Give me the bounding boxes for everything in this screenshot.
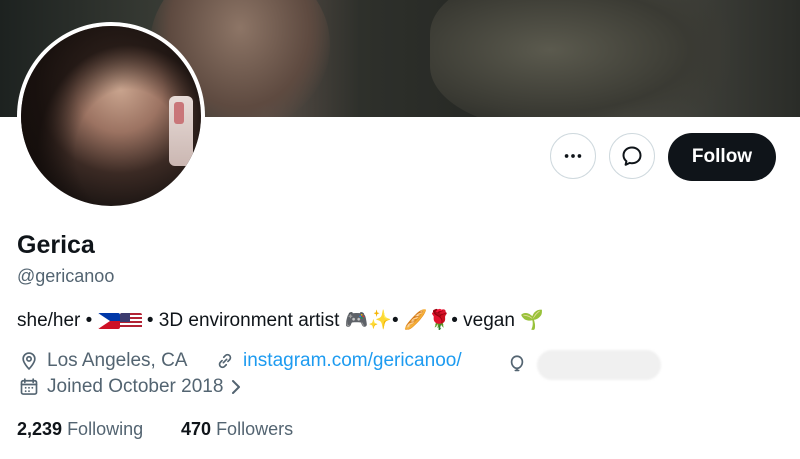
calendar-icon (20, 378, 38, 395)
balloon-icon (510, 355, 524, 372)
profile-bio: she/her • • 3D environment artist 🎮✨• 🥖🌹… (17, 308, 544, 332)
follow-button[interactable]: Follow (668, 133, 776, 181)
followers-label: Followers (216, 419, 294, 439)
philippines-flag-icon (97, 313, 120, 329)
avatar[interactable] (17, 22, 205, 210)
location-pin-icon (22, 352, 36, 371)
profile-joined[interactable]: Joined October 2018 (19, 376, 243, 398)
bio-pronouns: she/her • (17, 310, 93, 331)
following-label: Following (67, 419, 144, 439)
message-button[interactable] (609, 133, 655, 179)
followers-number: 470 (181, 419, 212, 439)
banner-figure-right (430, 0, 730, 117)
profile-name: Gerica (17, 231, 95, 259)
profile-location: Los Angeles, CA (19, 350, 187, 372)
birthday-redacted (537, 350, 661, 380)
following-count[interactable]: 2,239 Following (17, 419, 143, 440)
more-button[interactable] (550, 133, 596, 179)
followers-count[interactable]: 470 Followers (181, 419, 293, 440)
more-horizontal-icon (564, 154, 582, 158)
link-icon (218, 353, 232, 369)
profile-handle: @gericanoo (17, 266, 115, 286)
profile-birthday (507, 350, 661, 380)
usa-flag-icon (119, 313, 142, 329)
message-bubble-icon (622, 146, 642, 166)
avatar-photo (21, 26, 201, 206)
following-number: 2,239 (17, 419, 63, 439)
location-label: Los Angeles, CA (47, 350, 188, 371)
profile-website[interactable]: instagram.com/gericanoo/ (215, 350, 462, 372)
website-link[interactable]: instagram.com/gericanoo/ (243, 350, 462, 372)
bio-text: • 3D environment artist 🎮✨• 🥖🌹• vegan 🌱 (146, 310, 544, 331)
joined-label: Joined October 2018 (47, 376, 224, 397)
chevron-right-icon (232, 380, 241, 394)
